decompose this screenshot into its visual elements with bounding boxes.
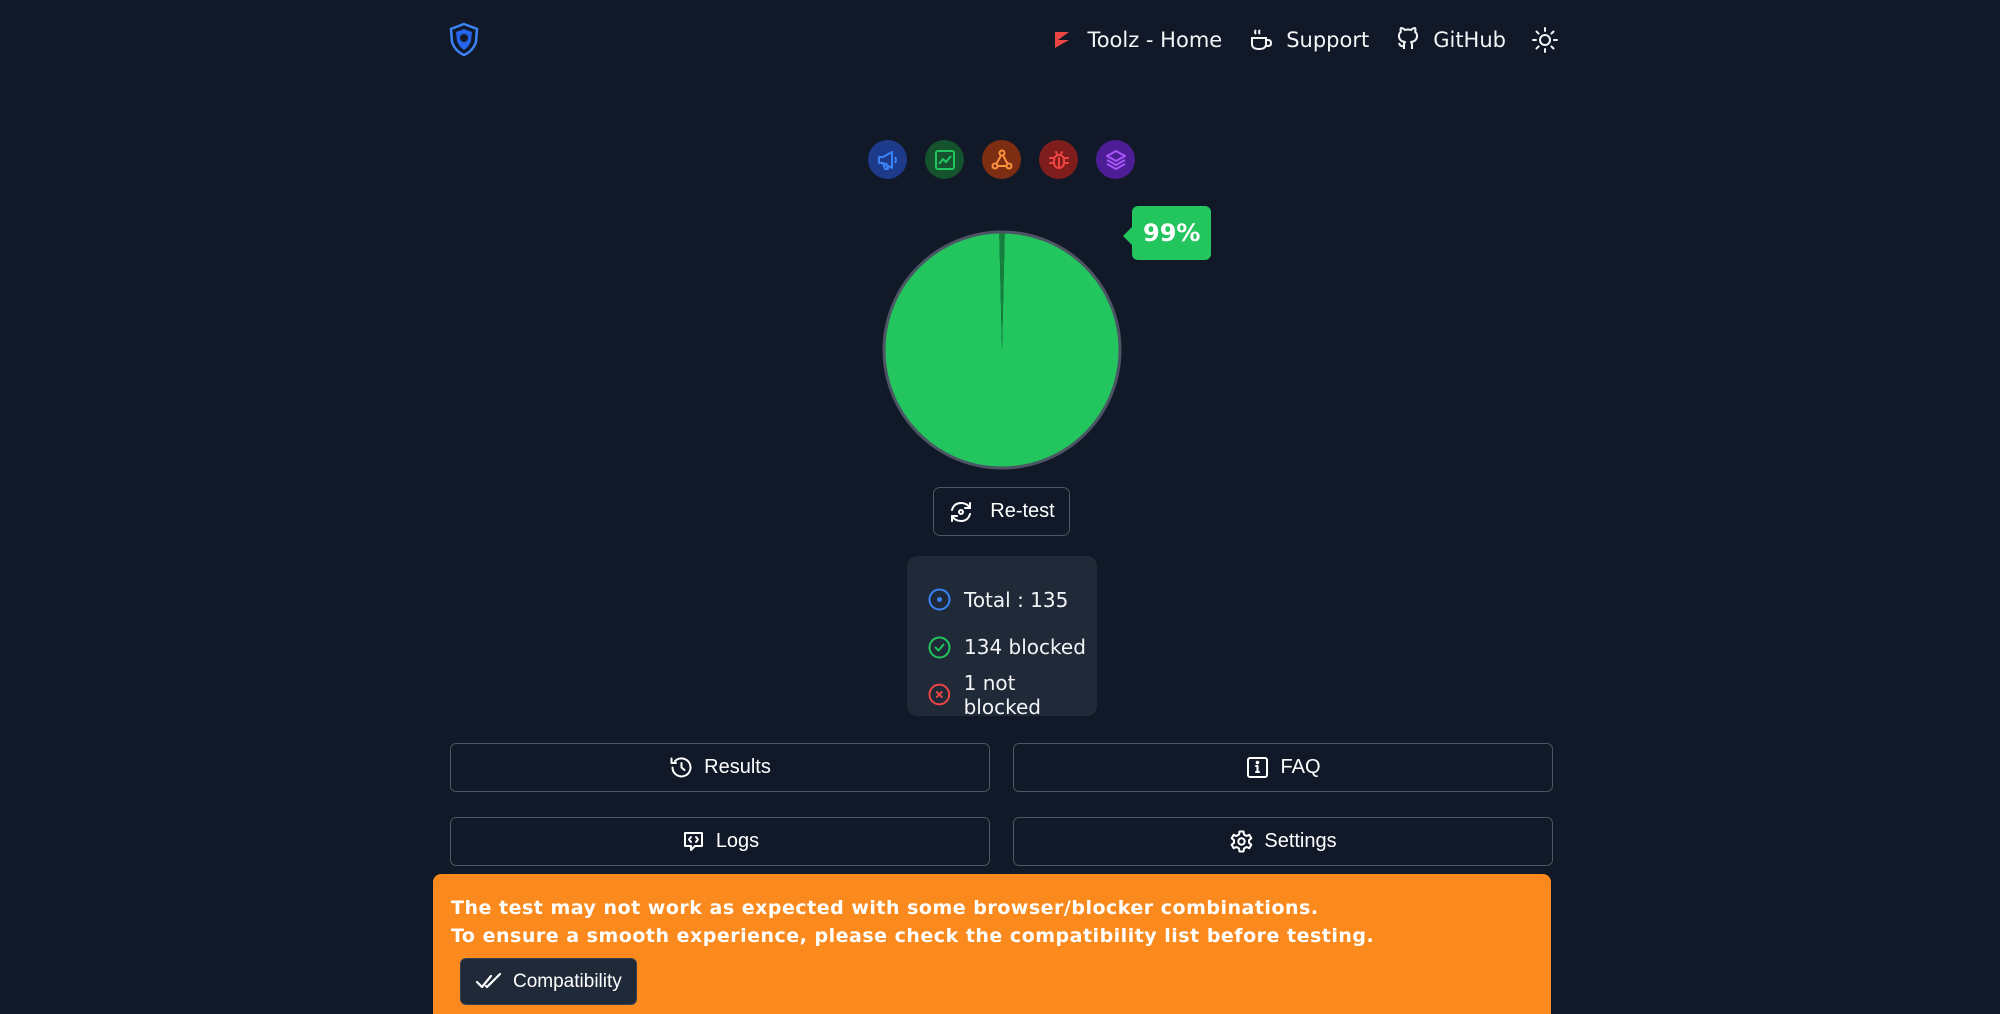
- stat-total-label: Total : 135: [964, 587, 1069, 612]
- stat-not-blocked-label: 1 not blocked: [963, 670, 1041, 719]
- retest-label: Re-test: [990, 500, 1055, 522]
- category-filters: [868, 140, 1135, 179]
- settings-button[interactable]: Settings: [1013, 817, 1553, 866]
- target-icon: [928, 588, 951, 611]
- stat-total: Total : 135: [927, 576, 1097, 624]
- category-tracking[interactable]: [982, 140, 1021, 179]
- pie-percentage-tooltip: 99%: [1122, 206, 1212, 260]
- double-check-icon: [475, 972, 502, 988]
- category-error-trackers[interactable]: [1039, 140, 1078, 179]
- header: Toolz - Home Support GitHub: [440, 18, 1560, 62]
- page-container: Toolz - Home Support GitHub 99% Re-test …: [433, 0, 1560, 1014]
- check-circle-icon: [928, 636, 951, 659]
- nav-github-label: GitHub: [1433, 28, 1506, 52]
- gear-icon: [1231, 830, 1253, 853]
- category-analytics[interactable]: [925, 140, 964, 179]
- faq-label: FAQ: [1280, 756, 1321, 778]
- faq-button[interactable]: FAQ: [1013, 743, 1553, 792]
- network-icon: [991, 149, 1012, 169]
- megaphone-icon: [877, 150, 897, 170]
- nav-support[interactable]: Support: [1248, 27, 1369, 53]
- layers-icon: [1105, 149, 1126, 170]
- results-button[interactable]: Results: [450, 743, 990, 792]
- compatibility-button[interactable]: Compatibility: [460, 958, 637, 1005]
- nav-github[interactable]: GitHub: [1395, 27, 1506, 53]
- category-others[interactable]: [1096, 140, 1135, 179]
- info-icon: [1247, 757, 1269, 778]
- stat-blocked: 134 blocked: [927, 624, 1097, 672]
- stats-panel: Total : 135 134 blocked 1 not blocked: [907, 556, 1097, 719]
- top-nav: Toolz - Home Support GitHub: [1049, 18, 1558, 62]
- nav-toolz-home-label: Toolz - Home: [1087, 28, 1223, 52]
- history-icon: [670, 757, 692, 778]
- nav-toolz-home[interactable]: Toolz - Home: [1049, 27, 1222, 53]
- github-icon: [1398, 27, 1419, 49]
- category-ads[interactable]: [868, 140, 907, 179]
- message-code-icon: [683, 832, 703, 851]
- theme-toggle[interactable]: [1532, 27, 1558, 53]
- chart-icon: [934, 149, 955, 170]
- stat-blocked-label: 134 blocked: [964, 635, 1086, 660]
- x-circle-icon: [928, 683, 951, 706]
- bug-icon: [1048, 150, 1069, 169]
- banner-line-1: The test may not work as expected with s…: [451, 897, 1319, 919]
- banner-line-2: To ensure a smooth experience, please ch…: [451, 925, 1375, 947]
- compatibility-label: Compatibility: [513, 970, 622, 992]
- results-pie-chart: [882, 230, 1122, 470]
- refresh-icon: [951, 501, 972, 522]
- sun-icon: [1532, 27, 1558, 53]
- results-label: Results: [704, 756, 771, 778]
- nav-support-label: Support: [1286, 28, 1370, 52]
- compatibility-warning-banner: The test may not work as expected with s…: [433, 874, 1551, 1014]
- shield-logo-icon[interactable]: [448, 22, 480, 57]
- stat-not-blocked: 1 not blocked: [927, 671, 1097, 719]
- toolz-logo-icon: [1055, 32, 1070, 48]
- settings-label: Settings: [1264, 830, 1337, 852]
- coffee-icon: [1251, 29, 1273, 51]
- retest-button[interactable]: Re-test: [933, 487, 1070, 536]
- logs-label: Logs: [715, 830, 760, 852]
- logs-button[interactable]: Logs: [450, 817, 990, 866]
